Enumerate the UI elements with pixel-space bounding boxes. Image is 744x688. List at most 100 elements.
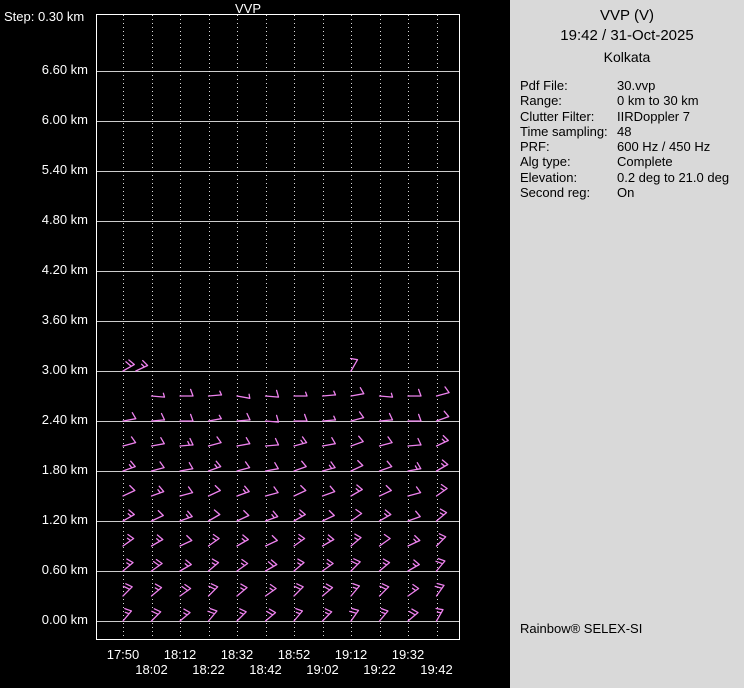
wind-barb bbox=[407, 486, 422, 497]
wind-barb bbox=[293, 391, 308, 397]
wind-barb bbox=[407, 462, 422, 472]
field-label: Elevation: bbox=[520, 169, 578, 185]
wind-barb bbox=[207, 558, 220, 572]
time-tick-label: 19:32 bbox=[391, 647, 425, 662]
wind-barb bbox=[264, 462, 279, 472]
wind-barb bbox=[236, 485, 250, 497]
wind-barb bbox=[150, 558, 163, 572]
altitude-tick-label: 2.40 km bbox=[41, 412, 88, 427]
field-row: Elevation: 0.2 deg to 21.0 deg bbox=[520, 170, 740, 185]
field-label: PRF: bbox=[520, 139, 550, 155]
time-tick-label: 19:12 bbox=[334, 647, 368, 662]
branding-text: Rainbow® SELEX-SI bbox=[520, 621, 643, 636]
wind-barb bbox=[179, 486, 194, 497]
wind-barb bbox=[150, 583, 163, 597]
wind-barb bbox=[150, 412, 166, 422]
wind-barb bbox=[207, 414, 222, 422]
plot-region: VVP Step: 0.30 km 6.60 km 6.00 km 5.40 km 4… bbox=[0, 0, 510, 688]
wind-barb bbox=[179, 437, 194, 447]
wind-barb bbox=[179, 388, 194, 397]
wind-barb bbox=[207, 583, 219, 597]
wind-barb bbox=[207, 390, 223, 397]
time-tick-label: 18:32 bbox=[220, 647, 254, 662]
wind-barb bbox=[435, 410, 450, 422]
wind-barb bbox=[378, 392, 394, 398]
wind-barb bbox=[150, 534, 164, 547]
wind-barb bbox=[407, 608, 419, 622]
wind-barb bbox=[264, 486, 279, 497]
wind-barb bbox=[321, 534, 335, 547]
wind-barb bbox=[349, 357, 359, 372]
wind-barb bbox=[179, 583, 192, 597]
wind-barb bbox=[179, 462, 194, 472]
wind-barb bbox=[435, 434, 449, 447]
wind-barb bbox=[150, 437, 165, 447]
wind-barb bbox=[150, 608, 162, 622]
wind-barb-chart bbox=[96, 14, 460, 640]
field-value: 0 km to 30 km bbox=[617, 93, 699, 109]
wind-barb bbox=[435, 386, 450, 397]
wind-barb bbox=[236, 437, 251, 447]
wind-barb bbox=[350, 459, 364, 472]
wind-barb bbox=[236, 558, 249, 572]
wind-barb bbox=[293, 484, 307, 497]
wind-barb bbox=[207, 460, 222, 472]
wind-barb bbox=[407, 437, 422, 447]
wind-barb bbox=[407, 388, 422, 397]
field-label: Pdf File: bbox=[520, 78, 568, 93]
field-label: Second reg: bbox=[520, 185, 591, 201]
wind-barb bbox=[378, 436, 393, 447]
wind-barb bbox=[264, 534, 278, 547]
wind-barb bbox=[150, 461, 165, 472]
altitude-tick-label: 6.60 km bbox=[41, 62, 88, 77]
wind-barb bbox=[378, 412, 394, 422]
field-row: PRF: 600 Hz / 450 Hz bbox=[520, 139, 740, 154]
wind-barb bbox=[321, 558, 334, 572]
wind-barb bbox=[435, 607, 444, 622]
wind-barb bbox=[321, 583, 334, 597]
wind-barb bbox=[293, 607, 304, 622]
time-tick-label: 17:50 bbox=[106, 647, 140, 662]
time-tick-label: 18:52 bbox=[277, 647, 311, 662]
wind-barb bbox=[179, 559, 192, 572]
wind-barb bbox=[321, 415, 337, 422]
wind-barb bbox=[407, 583, 420, 597]
wind-barb bbox=[122, 484, 136, 497]
wind-barb bbox=[264, 437, 280, 447]
altitude-tick-label: 0.60 km bbox=[41, 562, 88, 577]
wind-barb bbox=[293, 460, 307, 472]
wind-barb bbox=[350, 558, 361, 572]
wind-barb bbox=[264, 583, 277, 597]
wind-barb bbox=[378, 558, 391, 572]
wind-barb bbox=[350, 435, 364, 447]
altitude-tick-label: 4.20 km bbox=[41, 262, 88, 277]
wind-barb bbox=[350, 533, 362, 547]
wind-barb bbox=[122, 533, 135, 547]
wind-barb bbox=[321, 461, 336, 472]
field-row: Time sampling: 48 bbox=[520, 124, 740, 139]
wind-barb bbox=[179, 534, 193, 547]
wind-barb bbox=[378, 533, 391, 547]
wind-barb bbox=[122, 509, 135, 522]
wind-barb bbox=[179, 510, 193, 522]
vvp-product-window: VVP Step: 0.30 km 6.60 km 6.00 km 5.40 km 4… bbox=[0, 0, 744, 688]
product-title: VVP (V) bbox=[600, 7, 654, 24]
wind-barb bbox=[207, 509, 221, 522]
wind-barb bbox=[321, 608, 333, 622]
wind-barb bbox=[122, 436, 137, 447]
wind-barb bbox=[350, 411, 365, 422]
wind-barb bbox=[407, 510, 421, 522]
field-value: 600 Hz / 450 Hz bbox=[617, 139, 711, 155]
wind-barb bbox=[321, 509, 335, 522]
site-name: Kolkata bbox=[603, 49, 651, 65]
wind-barb bbox=[293, 533, 306, 547]
wind-barb bbox=[378, 484, 392, 497]
field-value: On bbox=[617, 185, 635, 201]
wind-barb bbox=[293, 413, 308, 422]
wind-barb bbox=[378, 460, 393, 472]
plot-title: VVP bbox=[234, 1, 262, 16]
altitude-tick-label: 1.20 km bbox=[41, 512, 88, 527]
time-tick-label: 18:12 bbox=[163, 647, 197, 662]
step-label: Step: 0.30 km bbox=[4, 9, 85, 24]
time-tick-label: 19:22 bbox=[363, 662, 396, 677]
